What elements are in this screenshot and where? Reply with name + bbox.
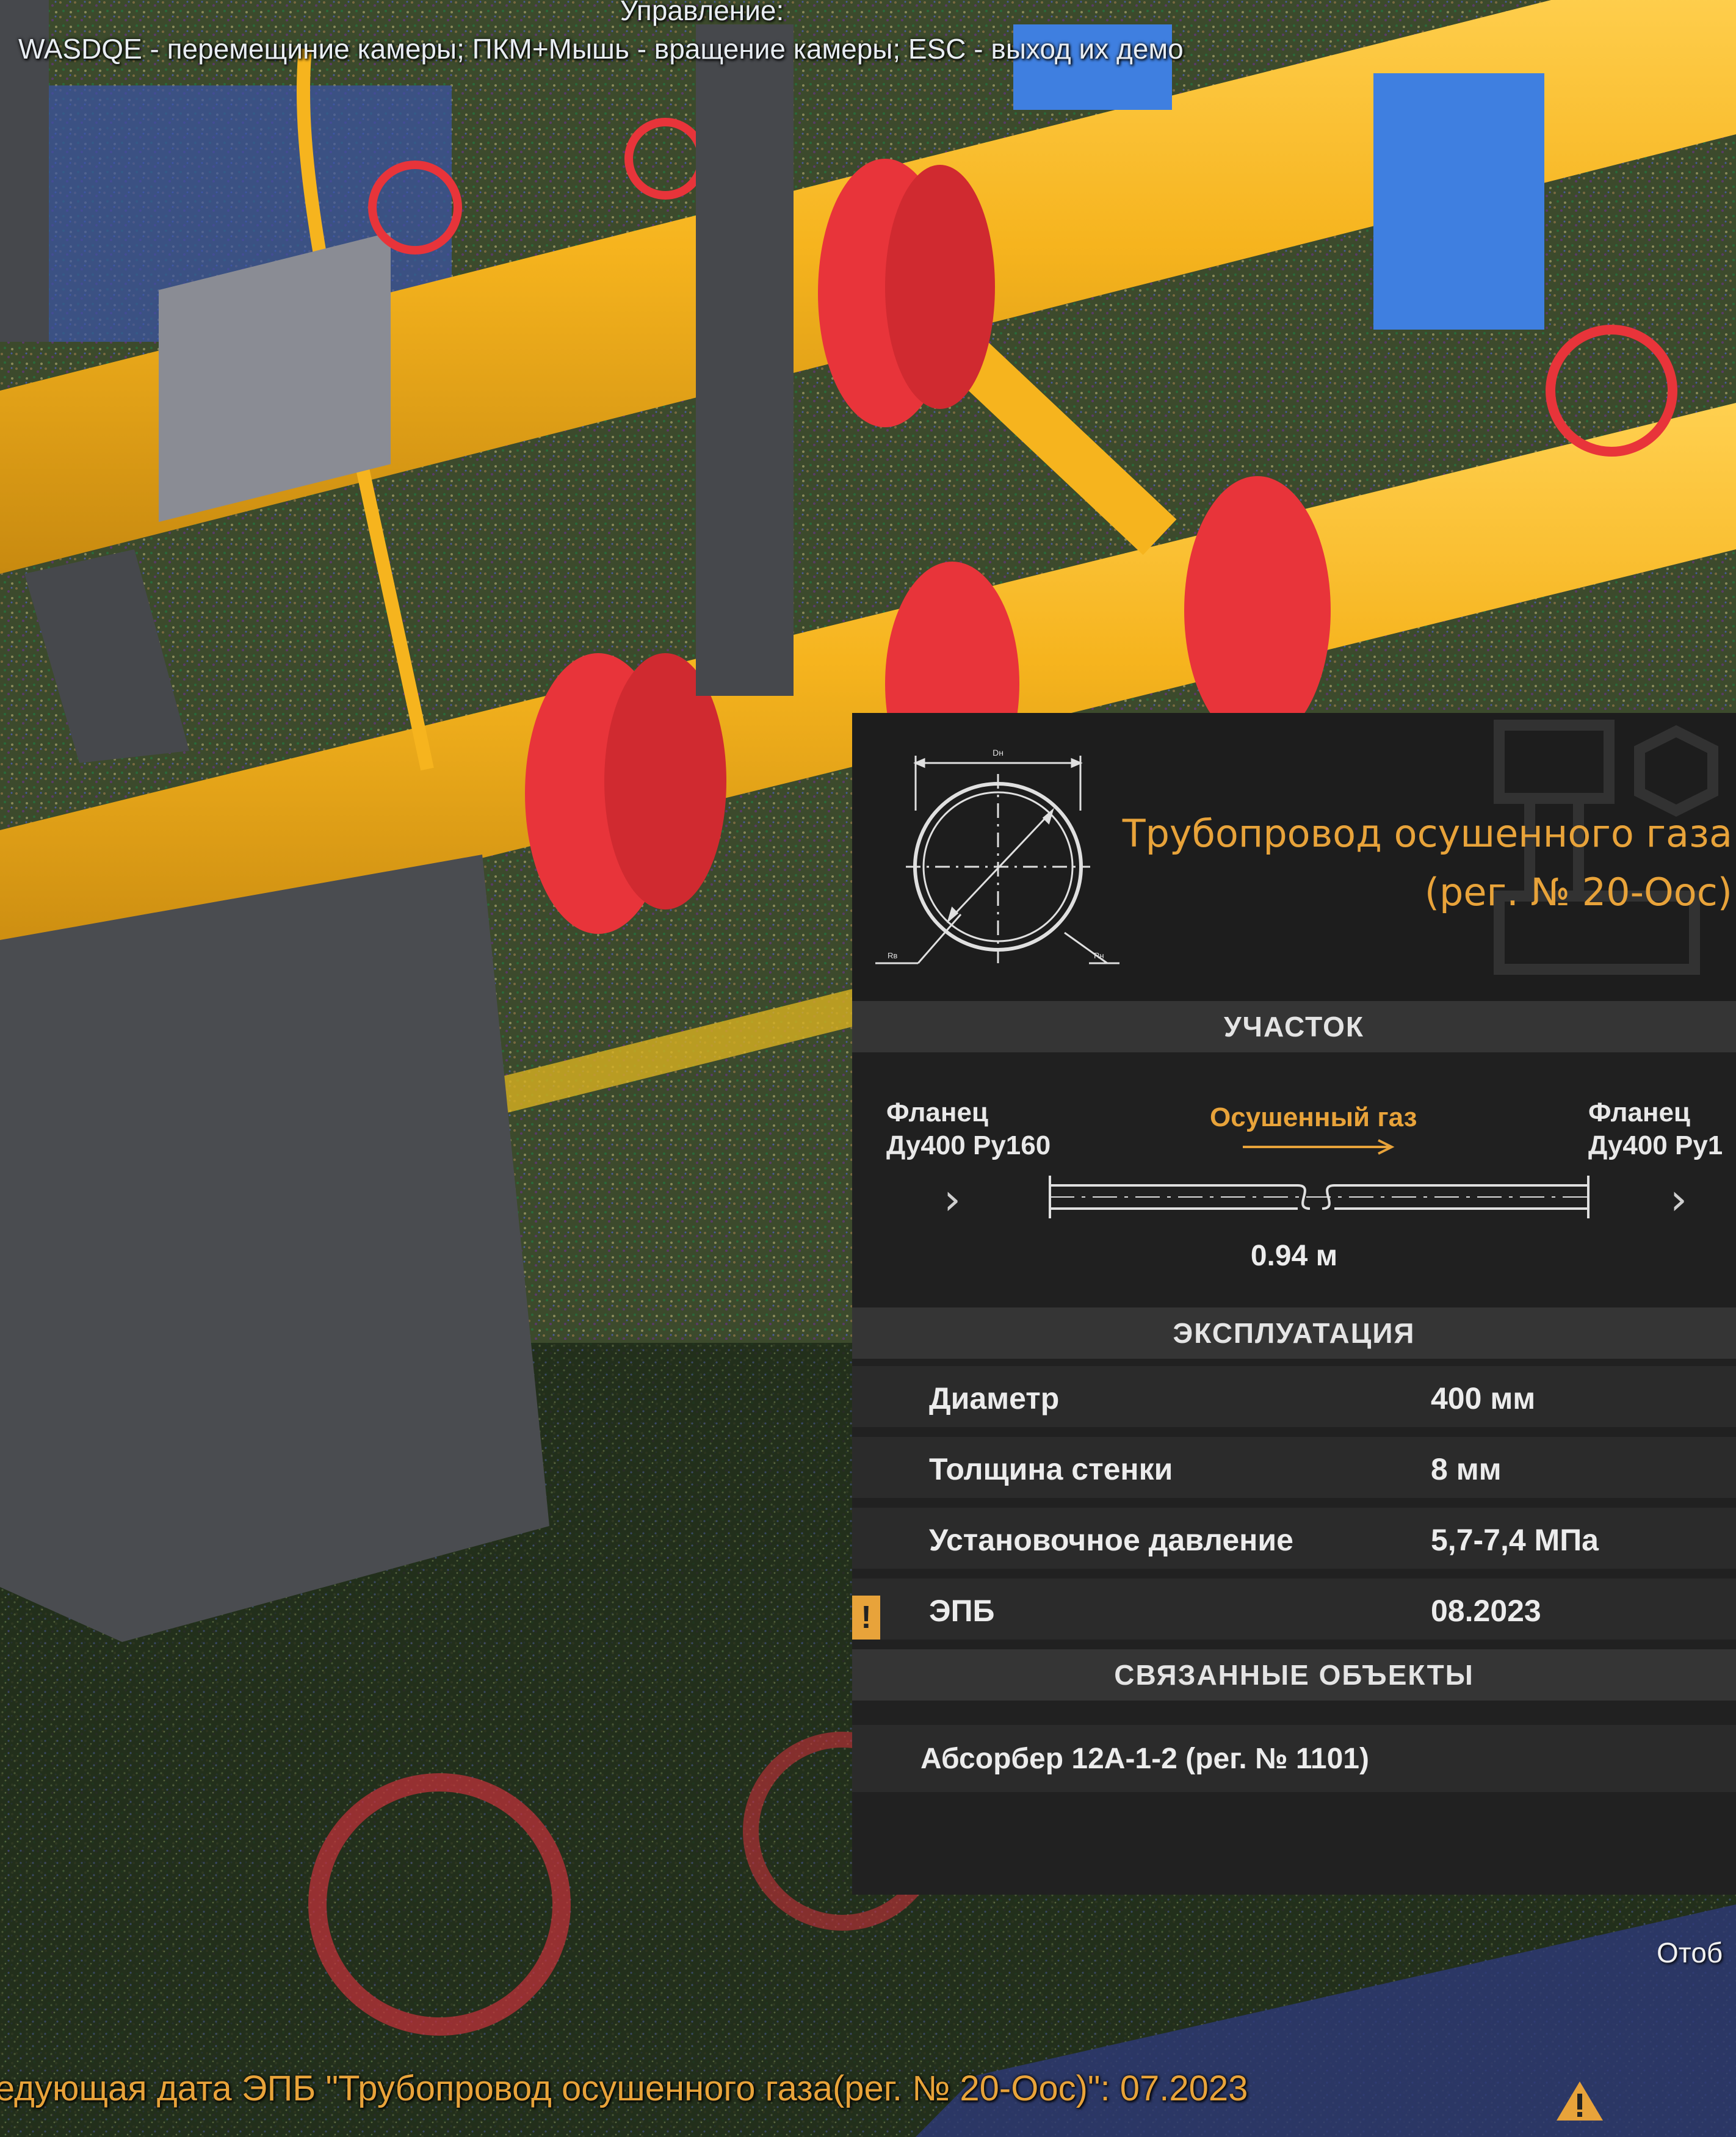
operation-value: 400 мм bbox=[1431, 1381, 1536, 1416]
segment-view: Фланец Ду400 Ру160 Фланец Ду400 Ру1 Осуш… bbox=[852, 1052, 1736, 1307]
svg-text:Rн: Rн bbox=[1094, 951, 1104, 960]
operation-value: 5,7-7,4 МПа bbox=[1431, 1523, 1599, 1557]
section-header-segment: УЧАСТОК bbox=[852, 1001, 1736, 1052]
operation-key: Установочное давление bbox=[929, 1523, 1293, 1557]
pipe-section-icon: Dн Rв Rн bbox=[875, 748, 1119, 964]
object-info-panel: Dн Rв Rн Трубопровод осушенного газа (ре… bbox=[852, 713, 1736, 1895]
related-object-label: Абсорбер 12А-1-2 (рег. № 1101) bbox=[920, 1743, 1369, 1775]
warning-icon: ! bbox=[852, 1596, 880, 1640]
segment-left-spec: Ду400 Ру160 bbox=[886, 1130, 1051, 1160]
section-header-operation: ЭКСПЛУАТАЦИЯ bbox=[852, 1307, 1736, 1359]
controls-hint-text: WASDQE - перемещиние камеры; ПКМ+Мышь - … bbox=[18, 33, 1184, 65]
flow-arrow-icon bbox=[1243, 1139, 1395, 1155]
chevron-left-icon[interactable]: › bbox=[944, 1174, 961, 1224]
section-header-related: СВЯЗАННЫЕ ОБЪЕКТЫ bbox=[852, 1649, 1736, 1701]
svg-text:Dн: Dн bbox=[993, 748, 1004, 758]
controls-hint-title: Управление: bbox=[620, 0, 784, 26]
controls-hint: Управление: WASDQE - перемещиние камеры;… bbox=[0, 0, 1404, 66]
operation-row-pressure: Установочное давление 5,7-7,4 МПа bbox=[852, 1508, 1736, 1569]
operation-row-wall-thickness: Толщина стенки 8 мм bbox=[852, 1437, 1736, 1498]
flow-medium-label: Осушенный газ bbox=[1210, 1102, 1417, 1132]
operation-key: Диаметр bbox=[929, 1381, 1060, 1416]
panel-header: Dн Rв Rн Трубопровод осушенного газа (ре… bbox=[852, 713, 1736, 1001]
object-title-reg: (рег. № 20-Оос) bbox=[1424, 870, 1732, 914]
pipe-segment-icon bbox=[1049, 1176, 1590, 1218]
notification-message: едующая дата ЭПБ "Трубопровод осушенного… bbox=[0, 2069, 1248, 2108]
segment-right-node: Фланец Ду400 Ру1 bbox=[1588, 1096, 1723, 1162]
segment-length: 0.94 м bbox=[1250, 1240, 1338, 1272]
segment-right-type: Фланец bbox=[1588, 1097, 1690, 1127]
object-title-name: Трубопровод осушенного газа bbox=[1122, 811, 1732, 856]
segment-left-node: Фланец Ду400 Ру160 bbox=[886, 1096, 1051, 1162]
segment-right-spec: Ду400 Ру1 bbox=[1588, 1130, 1723, 1160]
related-object-item[interactable]: Абсорбер 12А-1-2 (рег. № 1101) bbox=[852, 1725, 1736, 1792]
operation-key: ЭПБ bbox=[929, 1594, 995, 1628]
display-toggle-label[interactable]: Отоб bbox=[1657, 1936, 1723, 1969]
object-title: Трубопровод осушенного газа (рег. № 20-О… bbox=[1085, 805, 1732, 922]
operation-row-epb: ! ЭПБ 08.2023 bbox=[852, 1578, 1736, 1640]
operation-value: 08.2023 bbox=[1431, 1594, 1541, 1628]
svg-text:Rв: Rв bbox=[888, 951, 897, 960]
operation-key: Толщина стенки bbox=[929, 1452, 1173, 1486]
operation-table: Диаметр 400 мм Толщина стенки 8 мм Устан… bbox=[852, 1359, 1736, 1640]
operation-value: 8 мм bbox=[1431, 1452, 1502, 1486]
chevron-right-icon[interactable]: › bbox=[1670, 1174, 1687, 1224]
operation-row-diameter: Диаметр 400 мм bbox=[852, 1366, 1736, 1427]
segment-left-type: Фланец bbox=[886, 1097, 988, 1127]
warning-icon[interactable] bbox=[1555, 2079, 1604, 2123]
